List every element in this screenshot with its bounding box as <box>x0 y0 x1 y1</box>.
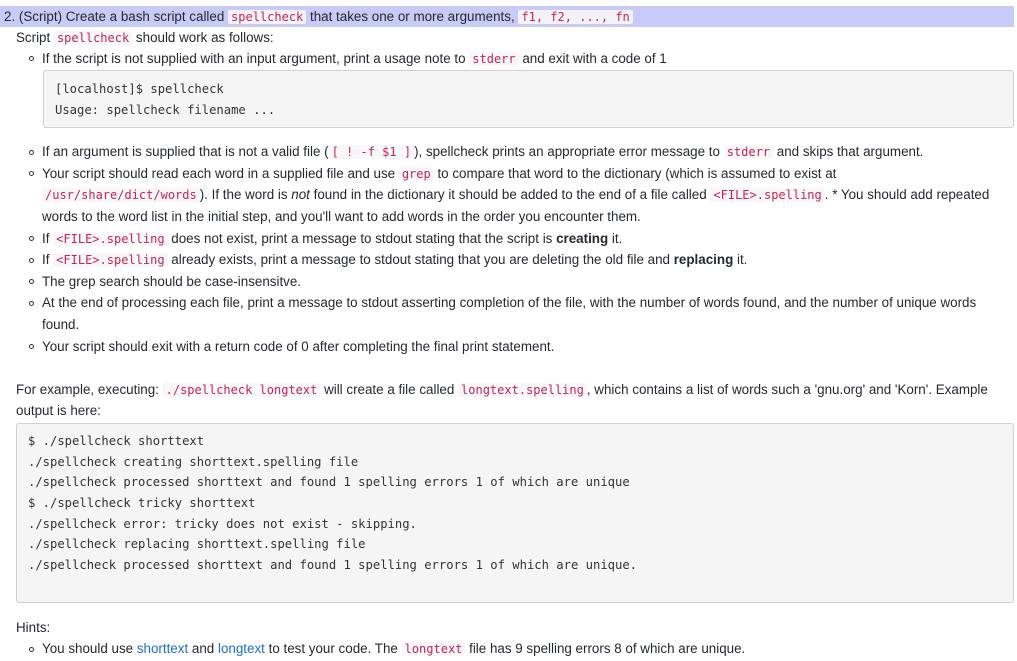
bullet4-pre: If <box>42 231 54 246</box>
bullet-icon <box>29 258 34 263</box>
bullet5-post: it. <box>733 252 748 267</box>
hints-line: You should use shorttext and longtext to… <box>42 639 745 659</box>
intro-pre: Script <box>16 30 54 45</box>
hints-code: longtext <box>401 642 466 656</box>
bullet-creating: If <FILE>.spelling does not exist, print… <box>42 229 622 249</box>
bullet3-l1-code: grep <box>398 167 434 181</box>
bullet-icon <box>29 171 34 176</box>
bullet3-l2-emphasis: not <box>291 187 310 202</box>
hints-and: and <box>188 641 218 656</box>
heading-middle: that takes one or more arguments, <box>306 9 519 24</box>
bullet5-code: <FILE>.spelling <box>53 253 168 267</box>
hints-title: Hints: <box>16 620 51 635</box>
bullet2-mid: ), spellcheck prints an appropriate erro… <box>414 144 724 159</box>
bullet4-mid: does not exist, print a message to stdou… <box>167 231 557 246</box>
code-line: Usage: spellcheck filename ... <box>55 103 276 117</box>
example-pre: For example, executing: <box>16 382 163 397</box>
heading-args: f1, f2, ..., fn <box>518 10 633 24</box>
bullet3-l2-code2: <FILE>.spelling <box>710 188 825 202</box>
bullet1-pre: If the script is not supplied with an in… <box>42 51 470 66</box>
bullet2-post: and skips that argument. <box>773 144 924 159</box>
bullet5-mid: already exists, print a message to stdou… <box>167 252 674 267</box>
bullet2-code2: stderr <box>723 145 774 159</box>
code-line: ./spellcheck error: tricky does not exis… <box>28 517 417 531</box>
heading-script-name: spellcheck <box>228 10 307 24</box>
hints-mid: to test your code. The <box>264 641 402 656</box>
bullet4-strong: creating <box>556 231 609 246</box>
code-line: ./spellcheck processed shorttext and fou… <box>28 558 638 572</box>
code-line: ./spellcheck processed shorttext and fou… <box>28 475 630 489</box>
bullet-invalid-file: If an argument is supplied that is not a… <box>42 142 923 162</box>
bullet2-pre: If an argument is supplied that is not a… <box>42 144 329 159</box>
intro-line: Script spellcheck should work as follows… <box>16 28 274 48</box>
example-mid: will create a file called <box>320 382 459 397</box>
bullet3-l1-post: to compare that word to the dictionary (… <box>433 166 837 181</box>
bullet2-code1: [ ! -f $1 ] <box>328 145 415 159</box>
bullet-icon <box>29 236 34 241</box>
example-code2: longtext.spelling <box>458 383 587 397</box>
bullet3-l1-pre: Your script should read each word in a s… <box>42 166 399 181</box>
assignment-page: 2. (Script) Create a bash script called … <box>0 0 1017 661</box>
bullet-icon <box>29 279 34 284</box>
example-post: , which contains a list of words such a … <box>586 382 988 397</box>
bullet3-l2-mid1: ). If the word is <box>199 187 292 202</box>
code-line: ./spellcheck replacing shorttext.spellin… <box>28 537 366 551</box>
shorttext-link[interactable]: shorttext <box>137 641 188 656</box>
code-line: $ ./spellcheck shorttext <box>28 434 205 448</box>
bullet3-l2-code1: /usr/share/dict/words <box>42 188 200 202</box>
bullet-icon <box>29 301 34 306</box>
intro-code: spellcheck <box>53 31 133 45</box>
bullet4-post: it. <box>608 231 623 246</box>
bullet4-code: <FILE>.spelling <box>53 232 168 246</box>
bullet-dictionary-line1: Your script should read each word in a s… <box>42 164 836 184</box>
example-code1: ./spellcheck longtext <box>162 383 321 397</box>
intro-post: should work as follows: <box>132 30 274 45</box>
code-line: ./spellcheck creating shorttext.spelling… <box>28 455 359 469</box>
bullet-case-insensitive: The grep search should be case-insensitv… <box>42 274 302 289</box>
bullet-icon <box>29 647 34 652</box>
bullet-usage-requirement: If the script is not supplied with an in… <box>42 49 667 69</box>
bullet3-l2-mid2: found in the dictionary it should be add… <box>309 187 711 202</box>
bullet-icon <box>29 56 34 61</box>
bullet1-code: stderr <box>469 52 519 66</box>
bullet-completion-line1: At the end of processing each file, prin… <box>42 295 977 310</box>
usage-code-block: [localhost]$ spellcheck Usage: spellchec… <box>43 70 1014 128</box>
heading-prefix: 2. (Script) Create a bash script called <box>4 9 229 24</box>
code-line: [localhost]$ spellcheck <box>55 82 224 96</box>
bullet5-strong: replacing <box>673 252 734 267</box>
code-line: $ ./spellcheck tricky shorttext <box>28 496 256 510</box>
bullet3-l2-post: . * You should add repeated <box>824 187 990 202</box>
hints-post: file has 9 spelling errors 8 of which ar… <box>465 641 746 656</box>
bullet-icon <box>29 344 34 349</box>
longtext-link[interactable]: longtext <box>218 641 265 656</box>
bullet-replacing: If <FILE>.spelling already exists, print… <box>42 250 747 270</box>
example-line2: output is here: <box>16 403 101 418</box>
bullet-exit-code: Your script should exit with a return co… <box>42 339 555 354</box>
bullet-dictionary-line2: /usr/share/dict/words). If the word is n… <box>42 185 989 205</box>
bullet-completion-line2: found. <box>42 317 80 332</box>
bullet-dictionary-line3: words to the word list in the initial st… <box>42 209 641 224</box>
bullet5-pre: If <box>42 252 54 267</box>
bullet1-post: and exit with a code of 1 <box>518 51 667 66</box>
bullet-icon <box>29 150 34 155</box>
example-line1: For example, executing: ./spellcheck lon… <box>16 380 988 400</box>
question-heading: 2. (Script) Create a bash script called … <box>0 6 1014 27</box>
hints-pre: You should use <box>42 641 137 656</box>
output-code-block: $ ./spellcheck shorttext ./spellcheck cr… <box>16 423 1014 603</box>
